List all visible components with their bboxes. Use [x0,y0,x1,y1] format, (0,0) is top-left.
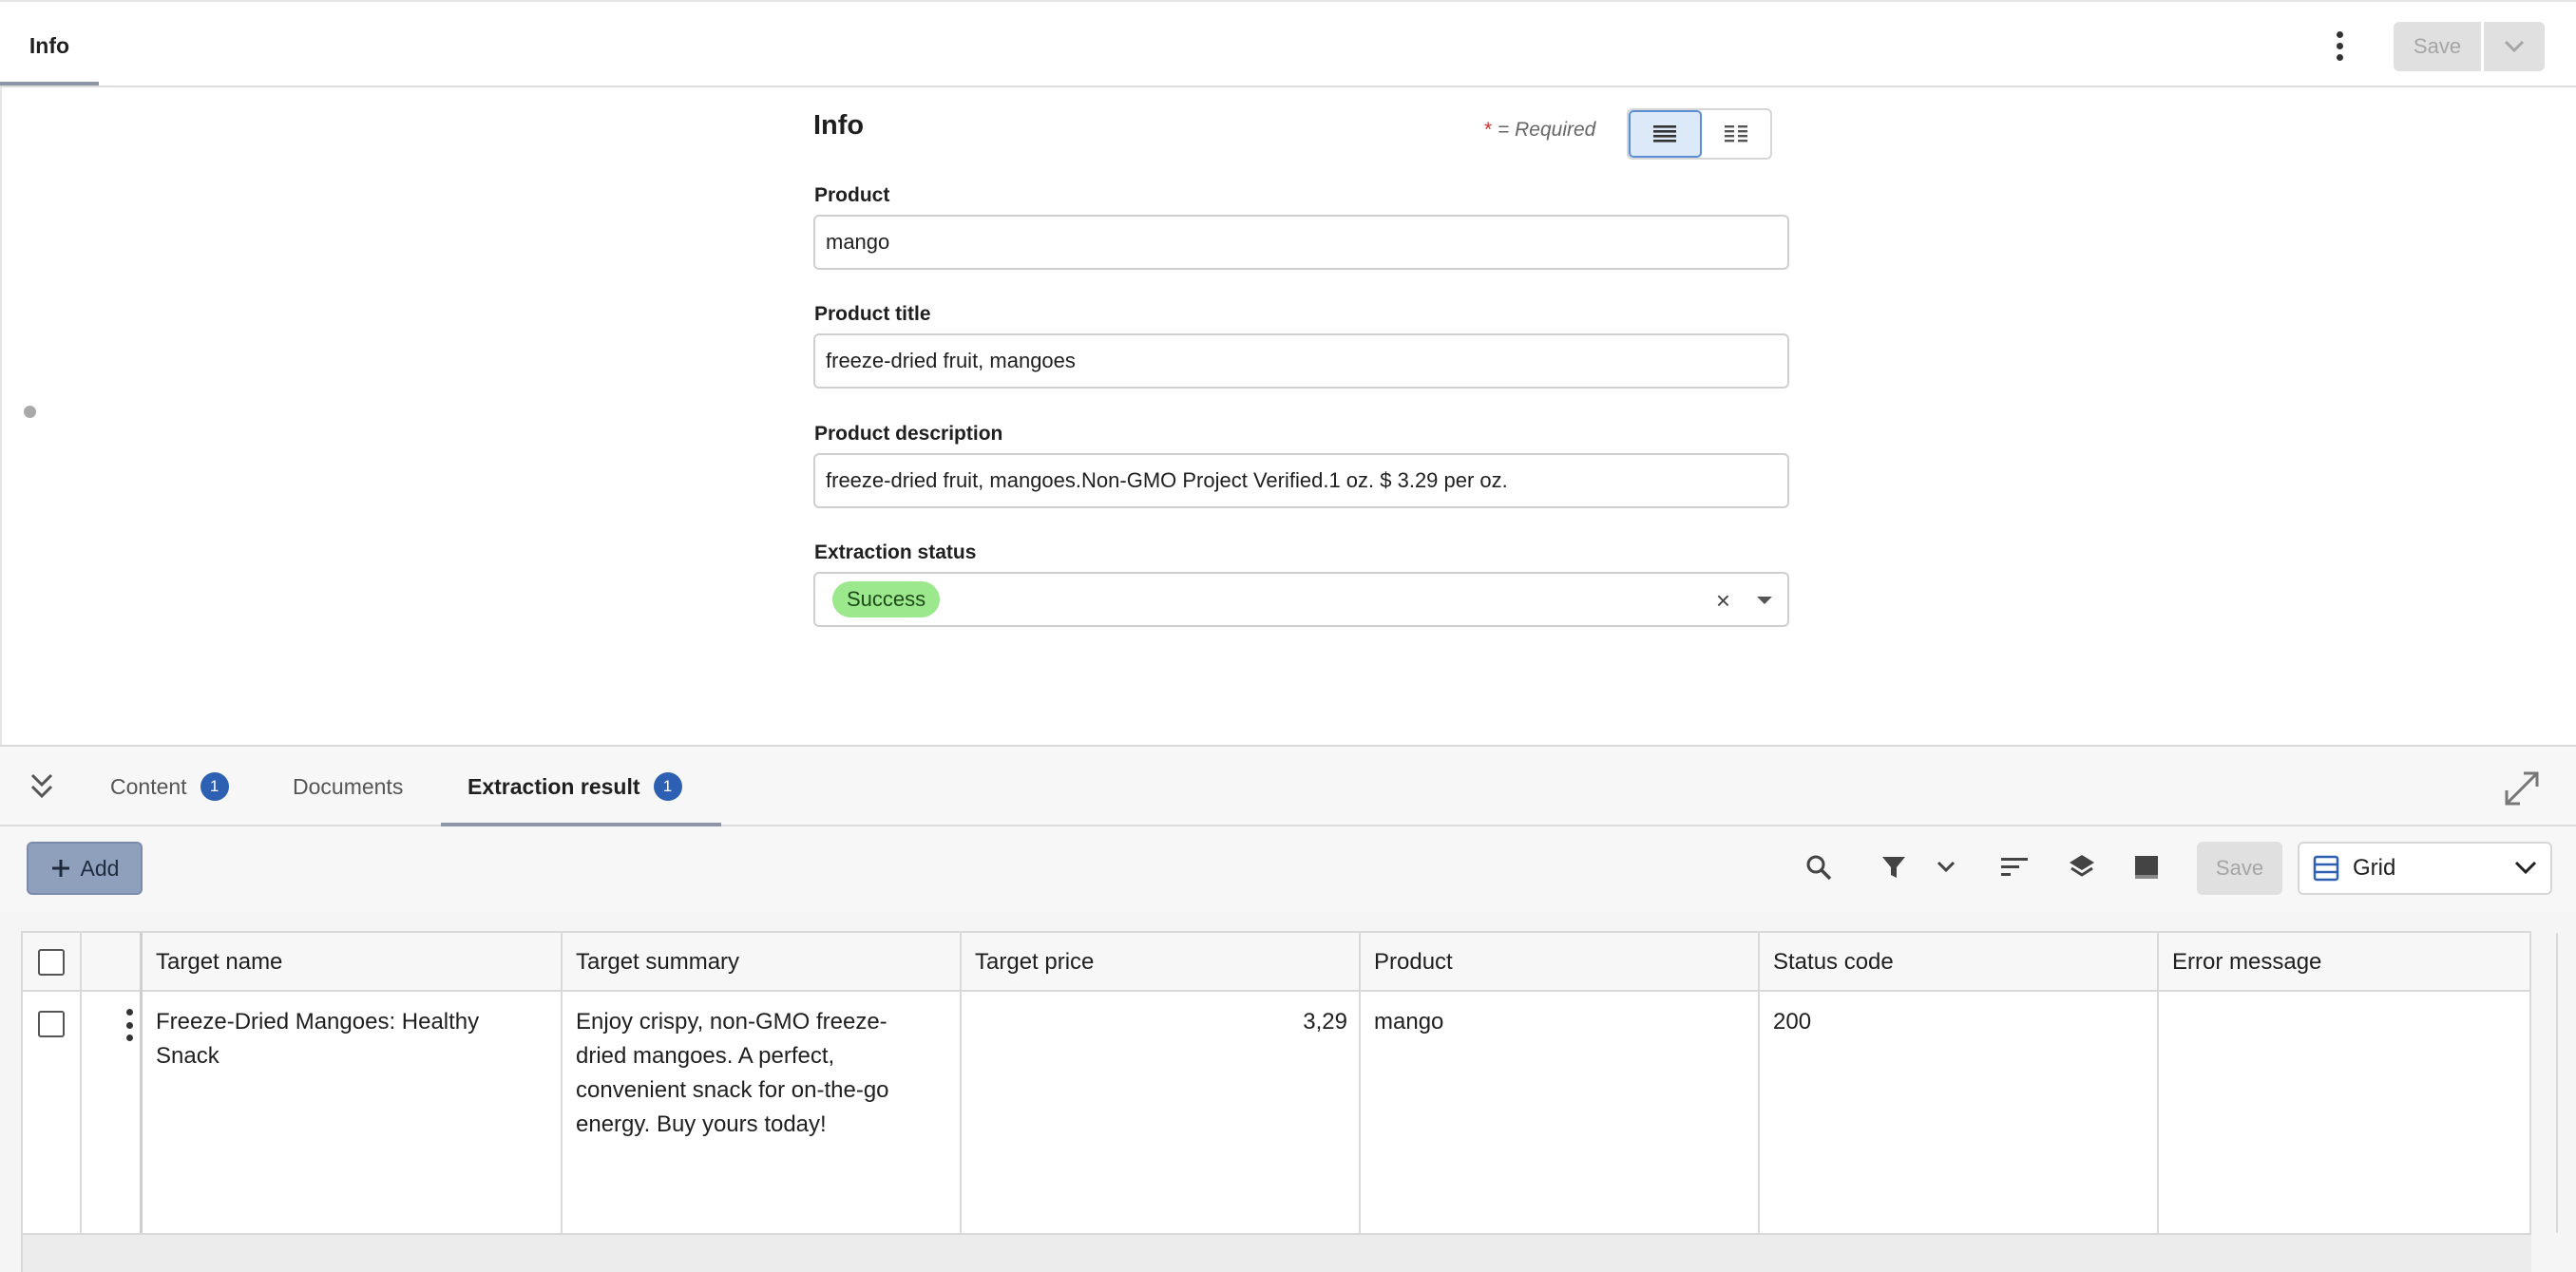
product-description-label: Product description [814,423,1003,445]
two-column-layout-button[interactable] [1702,110,1771,158]
actions-column [82,933,143,1233]
plus-icon [51,860,69,877]
layers-icon[interactable] [2060,845,2104,889]
grid-save-button[interactable]: Save [2197,842,2282,895]
related-records-panel: Content 1 Documents Extraction result 1 Ad… [0,745,2576,1272]
header-product[interactable]: Product [1361,933,1453,992]
panel-icon[interactable] [2125,845,2168,889]
left-divider [0,87,2,745]
columns-icon [1724,125,1747,142]
product-description-field[interactable]: freeze-dried fruit, mangoes.Non-GMO Proj… [813,453,1789,508]
add-button[interactable]: Add [27,842,143,895]
required-legend: * = Required [1484,119,1596,141]
tab-content[interactable]: Content 1 [110,747,229,826]
panel-tabs: Content 1 Documents Extraction result 1 [0,747,2576,826]
tab-info[interactable]: Info [0,6,99,85]
grid-footer [21,1235,2531,1272]
extraction-status-label: Extraction status [814,541,977,563]
header-status-code[interactable]: Status code [1760,933,1894,992]
search-icon[interactable] [1797,845,1841,889]
view-select[interactable]: Grid [2298,842,2552,895]
tab-extraction-result[interactable]: Extraction result 1 [467,747,682,826]
cell-target-name[interactable]: Freeze-Dried Mangoes: Healthy Snack [143,992,561,1087]
tab-documents[interactable]: Documents [293,747,403,826]
collapse-panel-icon[interactable] [27,769,57,804]
dropdown-caret-icon[interactable] [1757,597,1772,604]
layout-toggle [1627,108,1772,160]
row-checkbox[interactable] [38,1011,65,1037]
list-icon [1653,125,1677,142]
cell-status-code[interactable]: 200 [1760,992,2159,1053]
header-target-name[interactable]: Target name [143,933,282,992]
save-options-chevron-icon[interactable] [2484,22,2545,71]
filter-icon[interactable] [1872,845,1916,889]
cell-target-price[interactable]: 3,29 [962,992,1361,1053]
status-badge: Success [832,581,941,617]
resize-handle[interactable] [24,406,36,418]
extraction-status-select[interactable]: Success × [813,572,1789,627]
chevron-down-icon [2514,861,2537,875]
save-button[interactable]: Save [2394,22,2481,71]
select-column [23,933,82,1233]
top-header: Info Save [0,0,2576,87]
cell-product[interactable]: mango [1361,992,1760,1053]
cell-error-message[interactable] [2159,992,2529,1018]
sort-icon[interactable] [1993,845,2036,889]
more-options-icon[interactable] [2324,25,2355,66]
product-title-field[interactable]: freeze-dried fruit, mangoes [813,333,1789,389]
header-error-message[interactable]: Error message [2159,933,2321,992]
count-badge: 1 [653,772,682,801]
select-all-checkbox[interactable] [38,949,65,976]
cell-target-summary[interactable]: Enjoy crispy, non-GMO freeze-dried mango… [563,992,943,1155]
header-target-price[interactable]: Target price [962,933,1094,992]
grid-view-icon [2313,855,2339,882]
results-grid: Target name Target summary Target price … [21,931,2558,1235]
form-title: Info [813,110,865,141]
clear-icon[interactable]: × [1716,586,1730,616]
expand-icon[interactable] [2503,769,2541,807]
single-column-layout-button[interactable] [1629,110,1702,158]
filter-options-chevron-icon[interactable] [1924,845,1968,889]
active-tab-indicator [0,82,99,85]
count-badge: 1 [200,772,229,801]
row-actions-icon[interactable] [120,1009,139,1041]
product-field[interactable]: mango [813,215,1789,270]
grid-toolbar [0,826,2576,912]
product-label: Product [814,184,890,206]
header-target-summary[interactable]: Target summary [563,933,739,992]
product-title-label: Product title [814,303,931,325]
